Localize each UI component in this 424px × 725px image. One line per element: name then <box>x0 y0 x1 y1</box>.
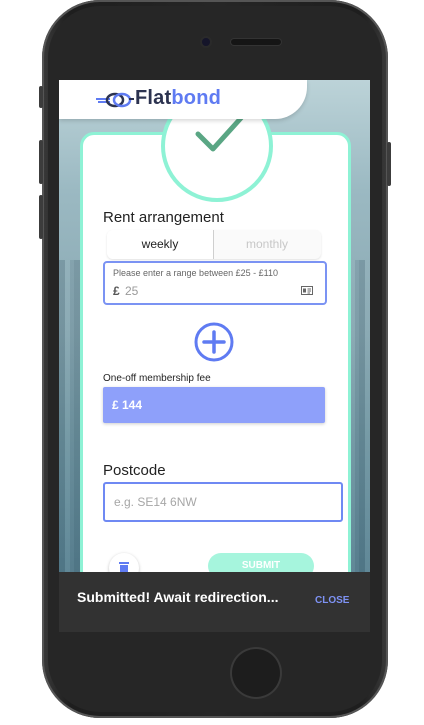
membership-fee-value: £ 144 <box>112 398 143 412</box>
logo-knot-icon <box>96 92 134 108</box>
rent-amount-field[interactable]: Please enter a range between £25 - £110 … <box>103 261 327 305</box>
tab-monthly[interactable]: monthly <box>214 230 320 259</box>
snackbar: Submitted! Await redirection... CLOSE <box>59 572 370 632</box>
postcode-input[interactable] <box>103 482 343 522</box>
volume-up-button <box>39 140 43 184</box>
range-hint: Please enter a range between £25 - £110 <box>113 268 278 278</box>
tab-weekly[interactable]: weekly <box>107 230 213 259</box>
app-screen: Flatbond Rent arrangement weekly monthly… <box>59 80 370 632</box>
rent-arrangement-title: Rent arrangement <box>103 209 224 226</box>
snackbar-close-button[interactable]: CLOSE <box>315 595 349 606</box>
earpiece-speaker <box>231 39 281 45</box>
app-header: Flatbond <box>59 80 307 119</box>
brand-logo-text: Flatbond <box>135 87 222 109</box>
mute-switch <box>39 86 43 108</box>
membership-fee-label: One-off membership fee <box>103 373 211 384</box>
membership-fee-bar: £ 144 <box>103 387 325 423</box>
front-camera <box>202 38 210 46</box>
rent-period-toggle: weekly monthly <box>107 230 321 259</box>
home-button[interactable] <box>232 649 280 697</box>
volume-down-button <box>39 195 43 239</box>
postcode-title: Postcode <box>103 462 166 479</box>
id-card-icon <box>301 286 313 295</box>
plus-circle-icon[interactable] <box>193 321 235 363</box>
currency-symbol: £ <box>113 284 120 298</box>
snackbar-message: Submitted! Await redirection... <box>77 589 279 605</box>
power-button <box>387 142 391 186</box>
rent-amount-input[interactable]: 25 <box>125 284 138 298</box>
